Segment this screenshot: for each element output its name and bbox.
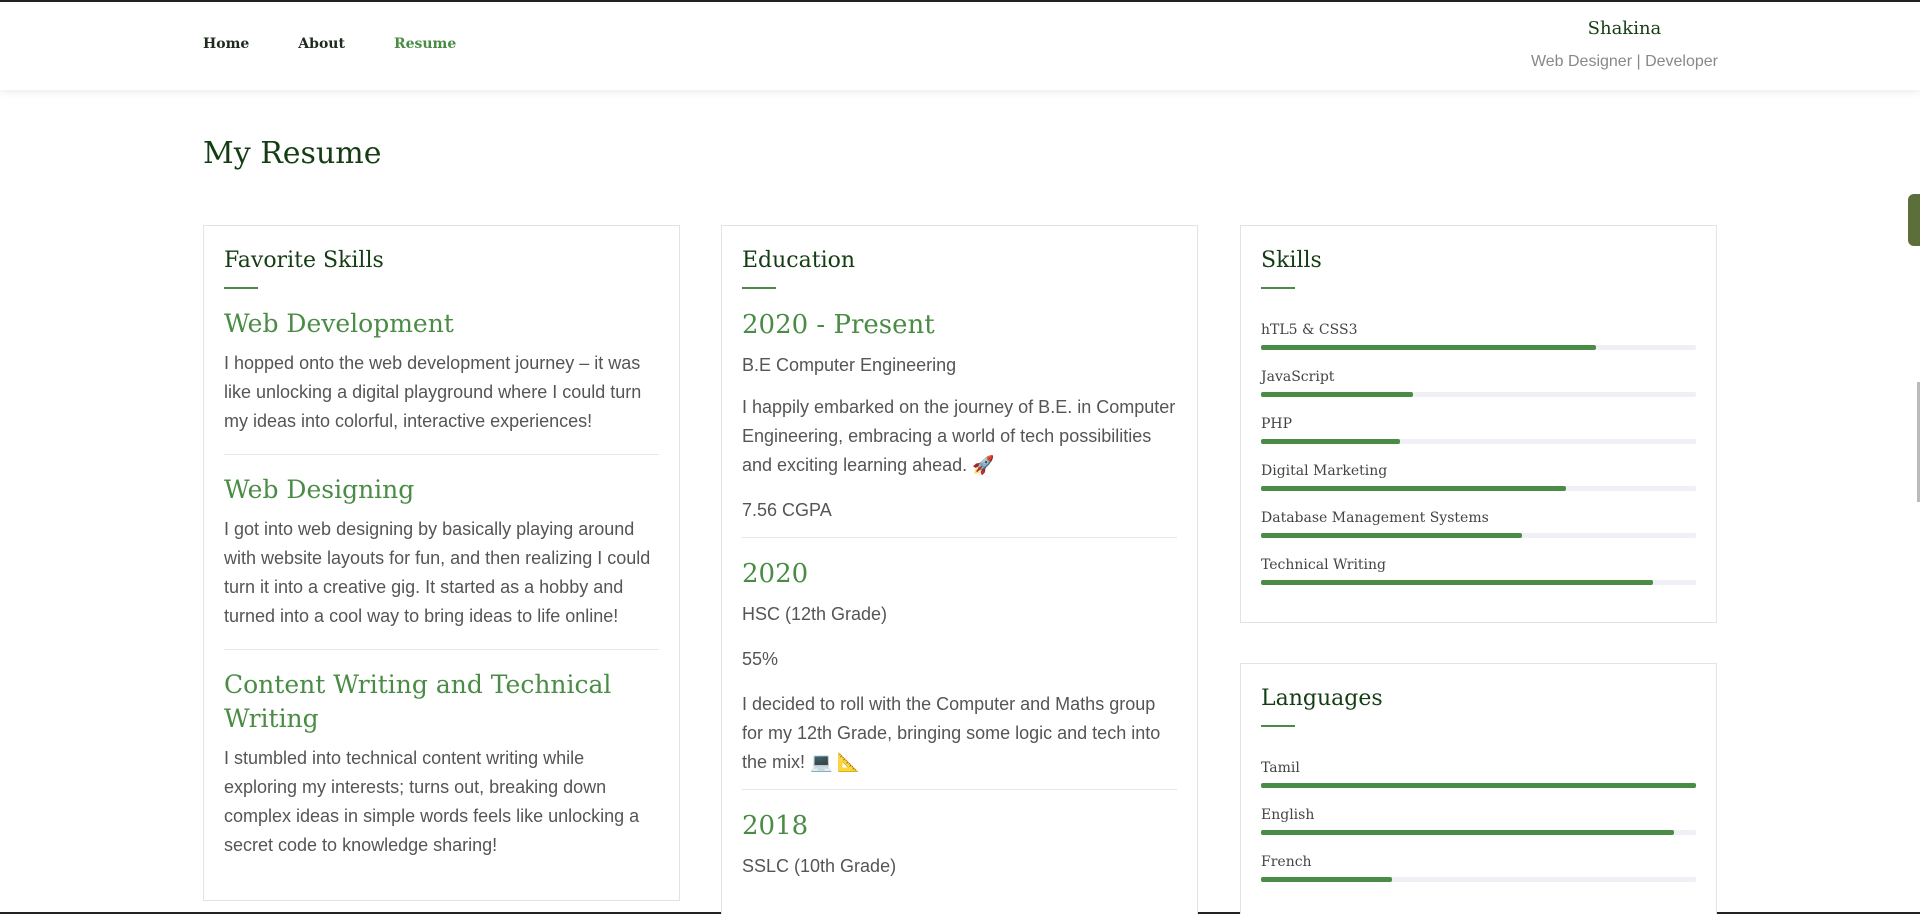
languages-card: Languages Tamil English French	[1240, 663, 1717, 914]
brand: Shakina Web Designer | Developer	[1531, 18, 1718, 71]
skill-label: PHP	[1261, 416, 1293, 432]
education-card: Education 2020 - Present B.E Computer En…	[721, 225, 1198, 914]
skill-bar-track	[1261, 486, 1696, 491]
languages-list: Tamil English French	[1261, 759, 1696, 882]
skill-bar-fill	[1261, 439, 1401, 444]
education-item: 2020 HSC (12th Grade) 55% I decided to r…	[742, 556, 1177, 790]
skill-bar-row: PHP	[1261, 415, 1696, 444]
skills-list: hTL5 & CSS3 JavaScript PHP Digital Marketin…	[1261, 321, 1696, 585]
nav-resume[interactable]: Resume	[394, 36, 456, 52]
skill-bar-row: hTL5 & CSS3	[1261, 321, 1696, 350]
skill-label: Database Management Systems	[1261, 510, 1489, 526]
skill-bar-fill	[1261, 580, 1653, 585]
skill-bar-track	[1261, 533, 1696, 538]
favorite-skill-item: Web Development I hopped onto the web de…	[224, 307, 659, 455]
education-degree: HSC (12th Grade)	[742, 604, 888, 624]
favorite-skills-card: Favorite Skills Web Development I hopped…	[203, 225, 680, 901]
skill-bar-row: JavaScript	[1261, 368, 1696, 397]
education-description: I happily embarked on the journey of B.E…	[742, 397, 1176, 475]
language-label: French	[1261, 854, 1312, 870]
education-year: 2018	[742, 811, 809, 841]
main-nav: Home About Resume	[203, 36, 456, 52]
favorite-skills-title: Favorite Skills	[224, 248, 384, 273]
languages-title: Languages	[1261, 686, 1383, 711]
education-description: I decided to roll with the Computer and …	[742, 694, 1161, 772]
skill-bar-row: Digital Marketing	[1261, 462, 1696, 491]
favorite-skill-text: I stumbled into technical content writin…	[224, 748, 640, 855]
skills-title: Skills	[1261, 248, 1322, 273]
education-score: 7.56 CGPA	[742, 500, 832, 520]
language-bar-track	[1261, 830, 1696, 835]
language-label: English	[1261, 807, 1315, 823]
language-bar-fill	[1261, 783, 1696, 788]
language-bar-row: Tamil	[1261, 759, 1696, 788]
nav-home[interactable]: Home	[203, 36, 249, 52]
education-item: 2018 SSLC (10th Grade)	[742, 808, 1177, 881]
education-title: Education	[742, 248, 856, 273]
education-item: 2020 - Present B.E Computer Engineering …	[742, 307, 1177, 538]
favorite-skill-heading: Content Writing and Technical Writing	[224, 670, 612, 733]
skill-bar-fill	[1261, 392, 1414, 397]
favorite-skill-item: Content Writing and Technical Writing I …	[224, 668, 659, 878]
skill-bar-track	[1261, 345, 1696, 350]
nav-about[interactable]: About	[298, 36, 345, 52]
skill-bar-track	[1261, 580, 1696, 585]
skill-label: JavaScript	[1261, 369, 1335, 385]
skill-label: Digital Marketing	[1261, 463, 1388, 479]
skill-label: hTL5 & CSS3	[1261, 322, 1358, 338]
favorite-skill-text: I hopped onto the web development journe…	[224, 353, 642, 431]
skill-label: Technical Writing	[1261, 557, 1387, 573]
education-year: 2020	[742, 559, 809, 589]
skill-bar-fill	[1261, 486, 1566, 491]
brand-tagline: Web Designer | Developer	[1530, 53, 1718, 70]
skill-bar-row: Technical Writing	[1261, 556, 1696, 585]
favorite-skill-heading: Web Development	[224, 309, 454, 338]
brand-name: Shakina	[1587, 18, 1662, 39]
title-underline	[742, 287, 776, 289]
site-header: Home About Resume Shakina Web Designer |…	[0, 2, 1920, 90]
skill-bar-track	[1261, 439, 1696, 444]
title-underline	[224, 287, 258, 289]
language-bar-row: French	[1261, 853, 1696, 882]
favorite-skill-text: I got into web designing by basically pl…	[224, 519, 651, 626]
language-bar-track	[1261, 877, 1696, 882]
title-underline	[1261, 287, 1295, 289]
language-bar-track	[1261, 783, 1696, 788]
skill-bar-row: Database Management Systems	[1261, 509, 1696, 538]
favorite-skill-item: Web Designing I got into web designing b…	[224, 473, 659, 650]
language-bar-fill	[1261, 877, 1392, 882]
skill-bar-track	[1261, 392, 1696, 397]
education-year: 2020 - Present	[742, 310, 935, 340]
language-bar-row: English	[1261, 806, 1696, 835]
side-tab-handle[interactable]	[1908, 194, 1920, 246]
education-degree: SSLC (10th Grade)	[742, 856, 897, 876]
language-label: Tamil	[1261, 760, 1300, 776]
skill-bar-fill	[1261, 345, 1596, 350]
skill-bar-fill	[1261, 533, 1522, 538]
skills-card: Skills hTL5 & CSS3 JavaScript PHP Digital M…	[1240, 225, 1717, 623]
page-title: My Resume	[203, 136, 382, 171]
education-score: 55%	[742, 649, 779, 669]
language-bar-fill	[1261, 830, 1675, 835]
education-degree: B.E Computer Engineering	[742, 355, 957, 375]
title-underline	[1261, 725, 1295, 727]
favorite-skill-heading: Web Designing	[224, 475, 415, 504]
